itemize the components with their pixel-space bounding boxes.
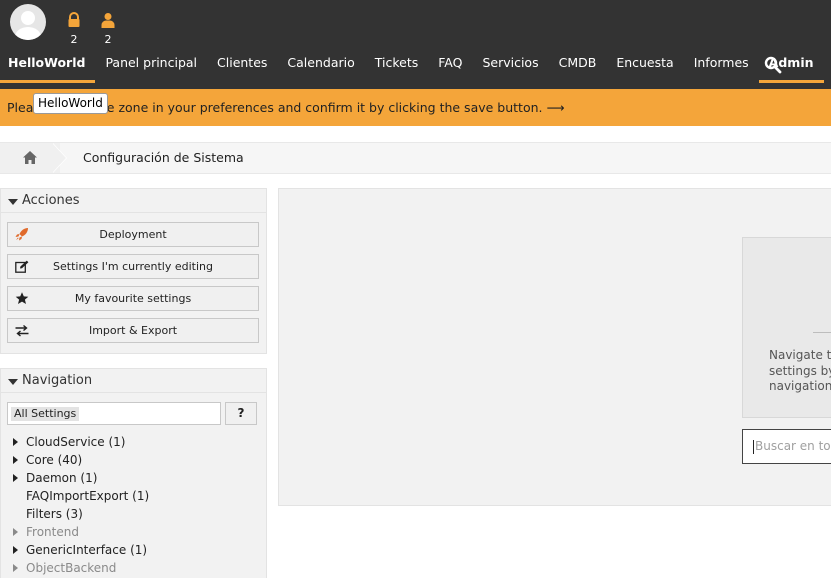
- nav-item-reports[interactable]: Informes: [684, 46, 759, 83]
- tree-item-label: CloudService (1): [26, 435, 126, 449]
- navigation-header[interactable]: Navigation: [1, 369, 266, 393]
- favourite-settings-button[interactable]: My favourite settings: [7, 286, 259, 311]
- favourite-settings-label: My favourite settings: [74, 292, 192, 305]
- navigation-hint-text: Navigate th settings by u navigation b: [769, 348, 831, 393]
- currently-editing-label: Settings I'm currently editing: [53, 260, 213, 273]
- main-navigation: HelloWorld Panel principal Clientes Cale…: [0, 46, 824, 83]
- user-icon: [101, 13, 115, 28]
- currently-editing-button[interactable]: Settings I'm currently editing: [7, 254, 259, 279]
- exchange-icon: [15, 324, 29, 337]
- actions-title: Acciones: [22, 193, 80, 208]
- online-users-count: 2: [104, 33, 112, 46]
- star-icon: [15, 292, 29, 304]
- navigation-filter-input[interactable]: All Settings: [7, 402, 221, 425]
- search-placeholder: Buscar en todo: [755, 439, 831, 453]
- tree-item-label: Filters (3): [26, 507, 83, 521]
- locked-tickets-count: 2: [70, 33, 78, 46]
- tree-item-faqimportexport[interactable]: FAQImportExport (1): [13, 487, 149, 505]
- filter-tag[interactable]: All Settings: [11, 407, 80, 421]
- divider: [813, 332, 831, 333]
- breadcrumb-arrow: [52, 143, 66, 173]
- timezone-notice[interactable]: Please set a time zone in your preferenc…: [0, 89, 831, 126]
- tree-item-filters[interactable]: Filters (3): [13, 505, 149, 523]
- user-avatar-icon: [15, 11, 41, 40]
- nav-item-customers[interactable]: Clientes: [207, 46, 277, 83]
- tree-item-label: Daemon (1): [26, 471, 98, 485]
- settings-search-input[interactable]: Buscar en todo: [742, 429, 831, 464]
- navigation-hint-box: Navigate th settings by u navigation b: [742, 237, 831, 418]
- nav-item-helloworld[interactable]: HelloWorld: [0, 46, 96, 83]
- top-bar: 2 2 HelloWorld Panel principal Clientes …: [0, 0, 831, 89]
- expand-arrow-icon[interactable]: [13, 474, 18, 482]
- breadcrumb: Configuración de Sistema: [0, 142, 831, 174]
- search-icon[interactable]: [764, 56, 782, 74]
- import-export-button[interactable]: Import & Export: [7, 318, 259, 343]
- tree-item-label: Core (40): [26, 453, 83, 467]
- deployment-label: Deployment: [99, 228, 167, 241]
- expand-arrow-icon[interactable]: [13, 456, 18, 464]
- caret-down-icon: [8, 199, 18, 205]
- caret-down-icon: [8, 379, 18, 385]
- nav-item-faq[interactable]: FAQ: [428, 46, 472, 83]
- tree-item-frontend[interactable]: Frontend: [13, 523, 149, 541]
- edit-icon: [15, 260, 29, 273]
- import-export-label: Import & Export: [88, 324, 178, 337]
- content-area: Navigate th settings by u navigation b B…: [278, 188, 831, 506]
- online-users-toolbar[interactable]: 2: [98, 12, 118, 45]
- expand-arrow-icon[interactable]: [13, 438, 18, 446]
- nav-item-calendar[interactable]: Calendario: [277, 46, 364, 83]
- tree-item-label: Frontend: [26, 525, 79, 539]
- page-title: Configuración de Sistema: [83, 150, 244, 165]
- help-button[interactable]: ?: [225, 402, 257, 425]
- home-icon[interactable]: [22, 150, 38, 165]
- tree-item-label: GenericInterface (1): [26, 543, 148, 557]
- tree-item-core[interactable]: Core (40): [13, 451, 149, 469]
- tree-item-label: ObjectBackend: [26, 561, 117, 575]
- expand-arrow-icon[interactable]: [13, 528, 18, 536]
- actions-header[interactable]: Acciones: [1, 189, 266, 213]
- tree-item-daemon[interactable]: Daemon (1): [13, 469, 149, 487]
- tree-item-objectbackend[interactable]: ObjectBackend: [13, 559, 149, 577]
- expand-arrow-icon[interactable]: [13, 564, 18, 572]
- nav-item-cmdb[interactable]: CMDB: [549, 46, 607, 83]
- tree-item-genericinterface[interactable]: GenericInterface (1): [13, 541, 149, 559]
- nav-item-dashboard[interactable]: Panel principal: [95, 46, 207, 83]
- text-cursor: [753, 439, 754, 454]
- tree-item-cloudservice[interactable]: CloudService (1): [13, 433, 149, 451]
- rocket-icon: [15, 228, 28, 241]
- actions-widget: Acciones Deployment Settings I'm current…: [0, 188, 267, 354]
- deployment-button[interactable]: Deployment: [7, 222, 259, 247]
- nav-item-survey[interactable]: Encuesta: [606, 46, 683, 83]
- navigation-tree: CloudService (1) Core (40) Daemon (1) FA…: [13, 433, 149, 577]
- nav-item-services[interactable]: Servicios: [472, 46, 548, 83]
- expand-arrow-icon[interactable]: [13, 546, 18, 554]
- navigation-title: Navigation: [22, 373, 93, 388]
- tooltip: HelloWorld: [33, 93, 108, 114]
- tree-item-label: FAQImportExport (1): [26, 489, 150, 503]
- locked-tickets-toolbar[interactable]: 2: [64, 12, 84, 45]
- avatar[interactable]: [10, 4, 46, 40]
- nav-item-tickets[interactable]: Tickets: [365, 46, 429, 83]
- navigation-widget: Navigation All Settings ? CloudService (…: [0, 368, 267, 578]
- lock-icon: [68, 12, 80, 27]
